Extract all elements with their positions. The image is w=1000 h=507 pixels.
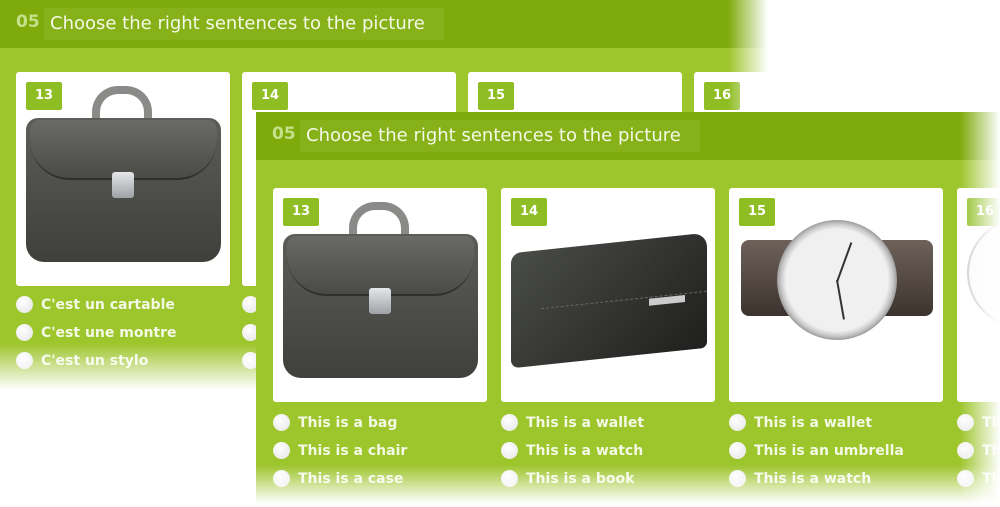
picture-card: 14 — [501, 188, 715, 402]
answer-option[interactable]: This is a book — [501, 470, 634, 487]
question-number: 05 — [16, 12, 40, 32]
option-label: This is a wallet — [526, 414, 645, 431]
radio-button[interactable] — [501, 470, 518, 487]
briefcase-image — [283, 202, 478, 382]
option-label: This is a chair — [298, 442, 408, 459]
question-number: 05 — [272, 124, 296, 144]
watch-image — [777, 220, 897, 340]
briefcase-image — [26, 86, 221, 266]
option-label: C'est un cartable — [41, 296, 175, 313]
wallet-image — [511, 232, 707, 369]
answer-option[interactable]: C'est une montre — [16, 324, 177, 341]
front-quiz-panel: 05 Choose the right sentences to the pic… — [256, 112, 1000, 504]
radio-button[interactable] — [16, 296, 33, 313]
question-title: Choose the right sentences to the pictur… — [44, 8, 444, 40]
radio-button[interactable] — [501, 442, 518, 459]
card-badge: 14 — [511, 198, 547, 226]
radio-button[interactable] — [273, 442, 290, 459]
radio-button[interactable] — [729, 442, 746, 459]
radio-button[interactable] — [273, 470, 290, 487]
option-label: This is a watch — [526, 442, 644, 459]
option-label: C'est un stylo — [41, 352, 149, 369]
radio-button[interactable] — [16, 324, 33, 341]
answer-option[interactable]: This is a case — [273, 470, 403, 487]
option-label: This is an umbrella — [754, 442, 904, 459]
radio-button[interactable] — [501, 414, 518, 431]
option-label: This is a bag — [298, 414, 398, 431]
card-badge: 13 — [26, 82, 62, 110]
option-label: C'est une montre — [41, 324, 177, 341]
radio-button[interactable] — [729, 414, 746, 431]
card-badge: 14 — [252, 82, 288, 110]
option-label: This is a book — [526, 470, 635, 487]
picture-card: 15 — [729, 188, 943, 402]
question-title: Choose the right sentences to the pictur… — [300, 120, 700, 152]
answer-option[interactable]: This is a chair — [273, 442, 407, 459]
card-badge: 15 — [478, 82, 514, 110]
picture-card: 13 — [16, 72, 230, 286]
header: 05 Choose the right sentences to the pic… — [256, 112, 1000, 160]
answer-option[interactable]: This is a wallet — [729, 414, 872, 431]
option-label: This is a case — [298, 470, 404, 487]
radio-button[interactable] — [16, 352, 33, 369]
card-badge: 13 — [283, 198, 319, 226]
header: 05 Choose the right sentences to the pic… — [0, 0, 768, 48]
answer-option[interactable]: This is an umbrella — [729, 442, 904, 459]
answer-option[interactable]: C'est un stylo — [16, 352, 148, 369]
answer-option[interactable]: This is a wallet — [501, 414, 644, 431]
option-label: This is a wallet — [754, 414, 873, 431]
answer-option[interactable]: This is a bag — [273, 414, 397, 431]
card-badge: 15 — [739, 198, 775, 226]
answer-option[interactable]: This is a watch — [501, 442, 643, 459]
answer-option[interactable]: C'est un cartable — [16, 296, 175, 313]
answer-option[interactable]: This is a watch — [729, 470, 871, 487]
radio-button[interactable] — [729, 470, 746, 487]
option-label: This is a watch — [754, 470, 872, 487]
picture-card: 13 — [273, 188, 487, 402]
radio-button[interactable] — [273, 414, 290, 431]
